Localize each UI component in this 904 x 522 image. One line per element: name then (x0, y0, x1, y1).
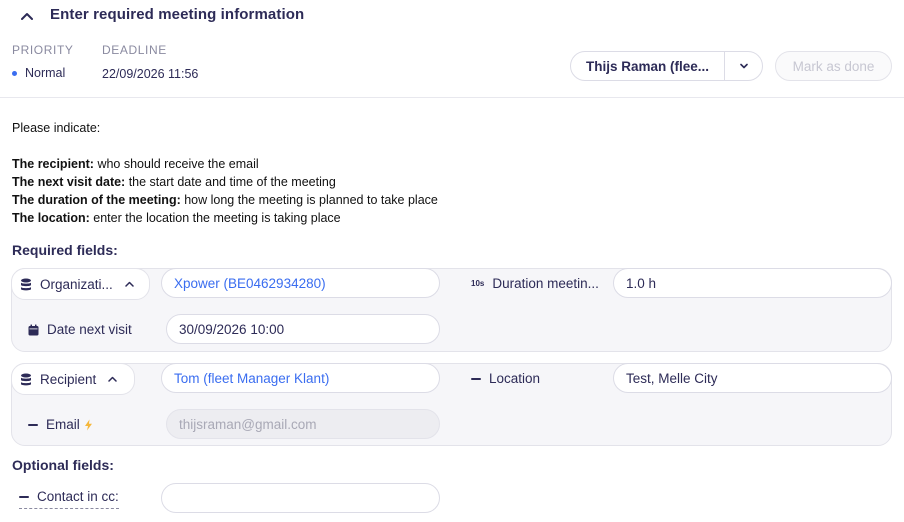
duration-label: Duration meetin... (492, 276, 599, 291)
recipient-label: Recipient (40, 371, 97, 387)
priority-dot-icon (12, 70, 17, 76)
priority-indicator: Normal (12, 66, 65, 80)
contact-cc-label: Contact in cc: (37, 489, 119, 504)
organization-expand[interactable]: Organizati... (11, 268, 150, 300)
instruction-item-text: who should receive the email (93, 157, 259, 171)
chevron-up-icon (21, 13, 33, 20)
calendar-icon (28, 324, 39, 335)
date-next-visit-label: Date next visit (47, 322, 132, 337)
mark-as-done-button[interactable]: Mark as done (775, 51, 892, 81)
required-fields-title: Required fields: (12, 242, 118, 258)
dash-icon (28, 423, 38, 426)
instruction-item-bold: The next visit date: (12, 175, 126, 189)
dash-icon (471, 377, 481, 380)
location-field-label: Location (471, 371, 540, 386)
instruction-item-text: the start date and time of the meeting (125, 175, 336, 189)
recipient-input[interactable]: Tom (fleet Manager Klant) (161, 363, 440, 393)
instructions-intro: Please indicate: (12, 121, 101, 135)
instruction-item-text: enter the location the meeting is taking… (89, 211, 341, 225)
email-label: Email (46, 417, 80, 432)
organization-input[interactable]: Xpower (BE0462934280) (161, 268, 440, 298)
assignee-name[interactable]: Thijs Raman (flee... (571, 52, 725, 80)
priority-label: PRIORITY (12, 43, 74, 57)
recipient-expand[interactable]: Recipient (11, 363, 135, 395)
dash-icon (19, 495, 29, 498)
assignee-dropdown[interactable]: Thijs Raman (flee... (570, 51, 763, 81)
contact-cc-field-label: Contact in cc: (19, 489, 119, 509)
instruction-item: The recipient: who should receive the em… (12, 157, 259, 171)
instruction-item-bold: The recipient: (12, 157, 94, 171)
duration-10s-icon: 10s (471, 279, 485, 288)
date-next-visit-field-label: Date next visit (28, 322, 132, 337)
database-icon (21, 373, 31, 385)
section-title: Enter required meeting information (50, 6, 305, 23)
email-input[interactable]: thijsraman@gmail.com (166, 409, 440, 439)
assignee-caret-button[interactable] (725, 52, 762, 80)
instruction-item: The next visit date: the start date and … (12, 175, 336, 189)
chevron-up-icon (125, 281, 134, 287)
instruction-item: The duration of the meeting: how long th… (12, 193, 438, 207)
email-field-label: Email (28, 417, 93, 432)
instruction-item: The location: enter the location the mee… (12, 211, 341, 225)
chevron-up-icon (108, 376, 118, 382)
header-divider (0, 97, 904, 98)
organization-label: Organizati... (40, 276, 113, 292)
instruction-item-bold: The duration of the meeting: (12, 193, 181, 207)
duration-field-label: 10s Duration meetin... (471, 276, 599, 291)
date-next-visit-input[interactable]: 30/09/2026 10:00 (166, 314, 440, 344)
deadline-label: DEADLINE (102, 43, 167, 57)
collapse-toggle-button[interactable] (14, 6, 40, 26)
optional-fields-title: Optional fields: (12, 457, 114, 473)
location-label: Location (489, 371, 541, 386)
duration-input[interactable]: 1.0 h (613, 268, 892, 298)
contact-cc-input[interactable] (161, 483, 440, 513)
deadline-value: 22/09/2026 11:56 (102, 67, 199, 81)
location-input[interactable]: Test, Melle City (613, 363, 892, 393)
instruction-item-text: how long the meeting is planned to take … (180, 193, 438, 207)
database-icon (21, 278, 31, 290)
instruction-item-bold: The location: (12, 211, 90, 225)
chevron-down-icon (739, 63, 748, 69)
lightning-icon (84, 419, 92, 430)
priority-value: Normal (25, 66, 66, 80)
